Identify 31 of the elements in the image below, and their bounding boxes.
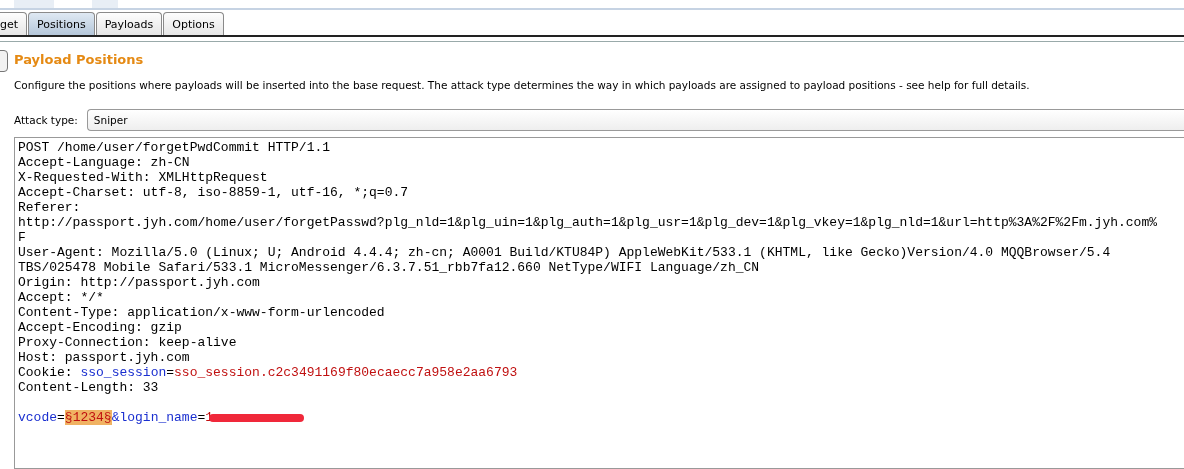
section-description: Configure the positions where payloads will be inserted into the base request. The attack type determines the way in which payloads are assigned to payload positions - see help for full details. [14,79,1031,91]
request-text: = [57,410,65,425]
tab[interactable]: Options [163,12,224,35]
request-line: F [18,230,26,245]
request-line: Content-Length: 33 [18,380,159,395]
request-line: User-Agent: Mozilla/5.0 (Linux; U; Android 4.4.4; zh-cn; A0001 Build/KTU84P) AppleWebKit/533.1 (KHTML, like Gecko)Version/4.0 MQQBrowser/5.4 [18,245,1111,260]
attack-type-label: Attack type: [14,114,78,126]
request-line: Accept: */* [18,290,104,305]
tab[interactable]: Payloads [95,12,163,35]
request-line: Cookie: sso_session=sso_session.c2c3491169f80ecaecc7a958e2aa6793 [18,365,518,380]
request-editor[interactable] [14,137,1184,469]
request-text: = [197,410,206,425]
request-line: Accept-Charset: utf-8, iso-8859-1, utf-16, *;q=0.7 [18,185,409,200]
request-line: X-Requested-With: XMLHttpRequest [18,170,268,185]
request-line: http://passport.jyh.com/home/user/forgetPasswd?plg_nld=1&plg_uin=1&plg_auth=1&plg_usr=1&plg_dev=1&plg_vkey=1&plg_nld=1&url=http%3A%2F%2Fm.jyh.com% [18,215,1157,230]
request-line: Referer: [18,200,81,215]
request-line: Accept-Encoding: gzip [18,320,182,335]
request-line: Proxy-Connection: keep-alive [18,335,237,350]
attack-type-dropdown[interactable]: Sniper [86,109,1184,131]
payload-marker: §1234§ [64,410,112,425]
request-line: TBS/025478 Mobile Safari/533.1 MicroMessenger/6.3.7.51_rbb7fa12.660 NetType/WIFI Language/zh_CN [18,260,760,275]
tab[interactable]: get [0,12,28,35]
request-line: Accept-Language: zh-CN [18,155,190,170]
request-line: Origin: http://passport.jyh.com [18,275,260,290]
section-title: Payload Positions [14,52,144,67]
request-text: vcode [18,410,57,425]
request-line: Host: passport.jyh.com [18,350,190,365]
tab[interactable]: Positions [28,12,95,35]
request-line: Content-Type: application/x-www-form-urlencoded [18,305,385,320]
request-line: POST /home/user/forgetPwdCommit HTTP/1.1 [18,140,331,155]
request-text: &login_name [111,410,198,425]
